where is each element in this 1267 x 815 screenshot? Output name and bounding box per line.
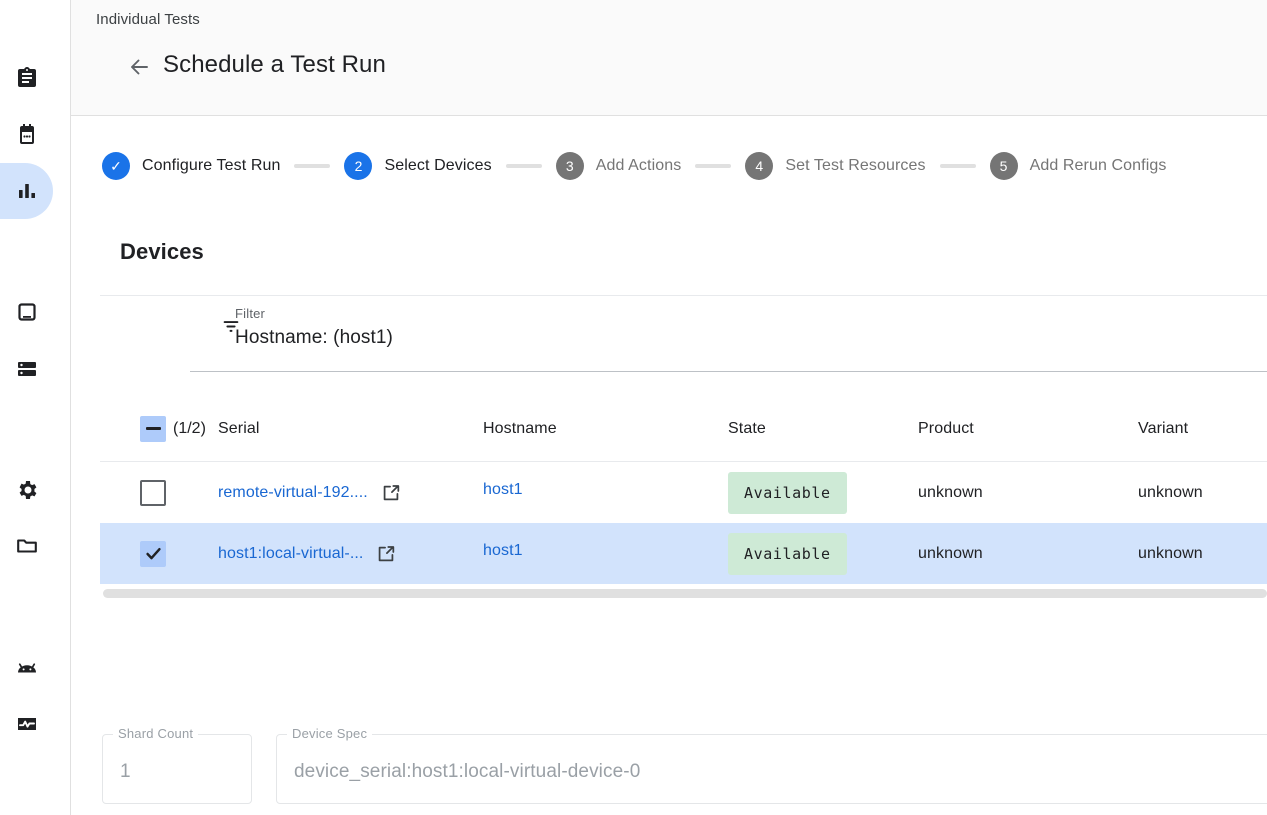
row-checkbox[interactable] [140,480,166,506]
sidebar-item-devices[interactable] [0,284,53,340]
step-add-rerun-configs[interactable]: 5 Add Rerun Configs [990,152,1167,180]
activity-icon [15,712,39,736]
step-marker: 2 [344,152,372,180]
sidebar-item-hosts[interactable] [0,341,53,397]
step-connector [695,164,731,168]
clipboard-icon [15,66,39,90]
step-configure-test-run[interactable]: ✓ Configure Test Run [102,152,280,180]
devices-table: (1/2) Serial Hostname State Product Vari… [100,396,1267,584]
stepper: ✓ Configure Test Run 2 Select Devices 3 … [71,116,1267,216]
select-all-cell [100,416,173,442]
devices-section-title: Devices [120,239,204,265]
step-set-test-resources[interactable]: 4 Set Test Resources [745,152,925,180]
external-link-icon [380,482,402,504]
back-button[interactable] [115,43,163,91]
main-content: Individual Tests Schedule a Test Run ✓ C… [71,0,1267,815]
open-external-button[interactable] [380,482,402,504]
cell-variant: unknown [1138,545,1267,563]
filter-input[interactable] [235,327,1135,349]
cell-state: Available [728,472,918,514]
app-root: Individual Tests Schedule a Test Run ✓ C… [0,0,1267,815]
shard-count-input[interactable] [120,761,230,783]
step-add-actions[interactable]: 3 Add Actions [556,152,682,180]
sidebar-item-settings[interactable] [0,462,53,518]
serial-link[interactable]: remote-virtual-192.... [218,484,368,502]
indeterminate-dash [146,427,161,430]
step-label: Add Actions [596,157,682,175]
step-label: Add Rerun Configs [1030,157,1167,175]
row-select-cell [100,480,173,506]
table-row[interactable]: host1:local-virtual-... host1 Available … [100,523,1267,584]
step-select-devices[interactable]: 2 Select Devices [344,152,491,180]
android-icon [14,656,40,680]
select-all-checkbox[interactable] [140,416,166,442]
cell-serial: host1:local-virtual-... [218,543,483,565]
sidebar-item-file-browser[interactable] [0,518,53,574]
step-connector [294,164,330,168]
column-header-serial[interactable]: Serial [218,420,483,438]
filter-label: Filter [235,306,265,321]
hostname-link[interactable]: host1 [483,542,523,560]
breadcrumb[interactable]: Individual Tests [96,11,200,28]
cell-state: Available [728,533,918,575]
column-header-hostname[interactable]: Hostname [483,420,728,438]
column-header-state[interactable]: State [728,420,918,438]
column-header-variant[interactable]: Variant [1138,420,1267,438]
device-spec-input[interactable] [294,761,1267,783]
step-connector [940,164,976,168]
row-checkbox[interactable] [140,541,166,567]
column-header-product[interactable]: Product [918,420,1138,438]
selection-count: (1/2) [173,420,218,438]
row-select-cell [100,541,173,567]
step-marker: 4 [745,152,773,180]
device-spec-field[interactable]: Device Spec [276,734,1267,804]
table-row[interactable]: remote-virtual-192.... host1 Available u… [100,462,1267,523]
shard-count-label: Shard Count [113,726,198,741]
filter-row: Filter [100,296,1267,372]
filter-underline [190,371,1267,372]
device-spec-label: Device Spec [287,726,372,741]
shard-count-field[interactable]: Shard Count [102,734,252,804]
sidebar-item-test-runs[interactable] [0,107,53,163]
page-title: Schedule a Test Run [163,51,386,79]
cell-hostname: host1 [483,542,728,565]
step-label: Select Devices [384,157,491,175]
page-header: Individual Tests Schedule a Test Run [71,0,1267,116]
check-icon [144,544,163,563]
cell-product: unknown [918,545,1138,563]
device-icon [15,300,39,324]
cell-hostname: host1 [483,481,728,504]
sidebar-item-test-results[interactable] [0,163,53,219]
step-marker: 5 [990,152,1018,180]
step-marker: 3 [556,152,584,180]
step-label: Configure Test Run [142,157,280,175]
step-connector [506,164,542,168]
table-hscrollbar-thumb[interactable] [103,589,1267,598]
external-link-icon [375,543,397,565]
table-header-row: (1/2) Serial Hostname State Product Vari… [100,396,1267,462]
status-badge: Available [728,472,847,514]
gear-icon [15,478,39,502]
serial-link[interactable]: host1:local-virtual-... [218,545,363,563]
rail-scrollbar-track[interactable] [53,0,70,815]
sidebar-item-android[interactable] [0,640,53,696]
cell-variant: unknown [1138,484,1267,502]
left-nav-rail [0,0,53,815]
sidebar-item-activity[interactable] [0,696,53,752]
sidebar-item-test-suites[interactable] [0,50,53,106]
hosts-icon [15,357,39,381]
hostname-link[interactable]: host1 [483,481,523,499]
status-badge: Available [728,533,847,575]
open-external-button[interactable] [375,543,397,565]
arrow-left-icon [127,55,151,79]
cell-serial: remote-virtual-192.... [218,482,483,504]
step-label: Set Test Resources [785,157,925,175]
folder-icon [15,534,39,558]
calendar-icon [15,123,39,147]
bar-chart-icon [15,179,39,203]
step-marker: ✓ [102,152,130,180]
cell-product: unknown [918,484,1138,502]
